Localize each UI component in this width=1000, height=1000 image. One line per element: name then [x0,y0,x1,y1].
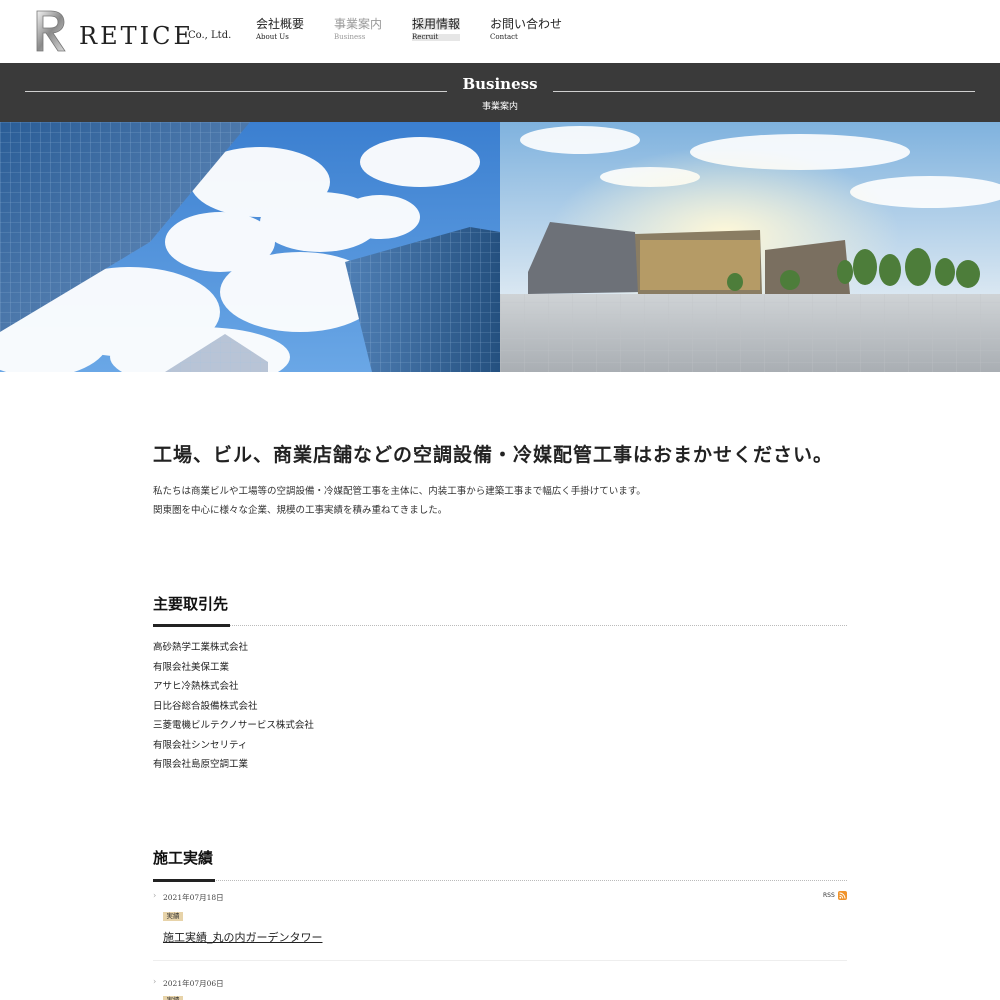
post-category-tag[interactable]: 実績 [163,996,183,1000]
logo-text: RETICE [79,22,194,50]
intro-line-2: 関東圏を中心に様々な企業、規模の工事実績を積み重ねてきました。 [153,505,448,516]
clients-heading: 主要取引先 [153,595,229,613]
works-divider [153,880,847,881]
post-category-tag[interactable]: 実績 [163,912,183,921]
client-item: 有限会社シンセリティ [153,739,248,751]
nav-sublabel: Business [334,33,366,41]
clients-divider [153,625,847,626]
client-item: 有限会社美保工業 [153,661,230,673]
client-item: 高砂熱学工業株式会社 [153,642,249,653]
post-title-link[interactable]: 施工実績_丸の内ガーデンタワー [163,929,323,945]
nav-sublabel: Recruit [412,34,461,41]
nav-label: 事業案内 [334,17,383,31]
rss-feed-icon [837,891,847,900]
post-separator [153,960,847,961]
main-nav: 会社概要 About Us 事業案内 Business 採用情報 Recruit… [256,18,592,41]
works-heading: 施工実績 [153,849,214,867]
rss-link[interactable]: RSS [823,891,847,900]
site-header: RETICE Co., Ltd. 会社概要 About Us 事業案内 Busi… [0,0,1000,63]
client-item: アサヒ冷熱株式会社 [153,681,239,692]
intro-description: 私たちは商業ビルや工場等の空調設備・冷媒配管工事を主体に、内装工事から建築工事ま… [153,482,646,520]
nav-item-about[interactable]: 会社概要 About Us [256,18,304,41]
nav-item-recruit[interactable]: 採用情報 Recruit [412,17,461,41]
logo-subtext: Co., Ltd. [188,30,232,41]
site-logo[interactable]: RETICE Co., Ltd. [33,9,233,55]
intro-line-1: 私たちは商業ビルや工場等の空調設備・冷媒配管工事を主体に、内装工事から建築工事ま… [153,486,646,497]
nav-label: 採用情報 [412,17,461,31]
clients-heading-underline [153,624,230,627]
page-title-band: Business 事業案内 [0,63,1000,122]
rss-label: RSS [823,892,835,899]
page-title: Business [462,75,538,93]
nav-label: 会社概要 [256,17,305,31]
hero-image-buildings [0,122,500,372]
logo-r-mark-icon [36,10,66,52]
intro-lead-heading: 工場、ビル、商業店舗などの空調設備・冷媒配管工事はおまかせください。 [153,444,834,466]
works-heading-underline [153,879,215,882]
client-item: 日比谷総合設備株式会社 [153,700,258,712]
hero-image-plaza-building [500,122,1000,372]
client-item: 有限会社島原空調工業 [153,759,249,770]
nav-label: お問い合わせ [490,17,563,31]
post-arrow-icon: › [153,891,157,900]
page-subtitle: 事業案内 [481,102,518,112]
clients-list: 高砂熱学工業株式会社 有限会社美保工業 アサヒ冷熱株式会社 日比谷総合設備株式会… [153,638,314,775]
post-arrow-icon: › [153,977,157,986]
nav-sublabel: About Us [256,33,289,41]
post-date: 2021年07月18日 [163,893,224,902]
nav-item-contact[interactable]: お問い合わせ Contact [490,18,562,41]
nav-item-business[interactable]: 事業案内 Business [334,18,382,41]
client-item: 三菱電機ビルテクノサービス株式会社 [153,720,314,731]
nav-sublabel: Contact [490,33,518,41]
post-date: 2021年07月06日 [163,979,224,988]
